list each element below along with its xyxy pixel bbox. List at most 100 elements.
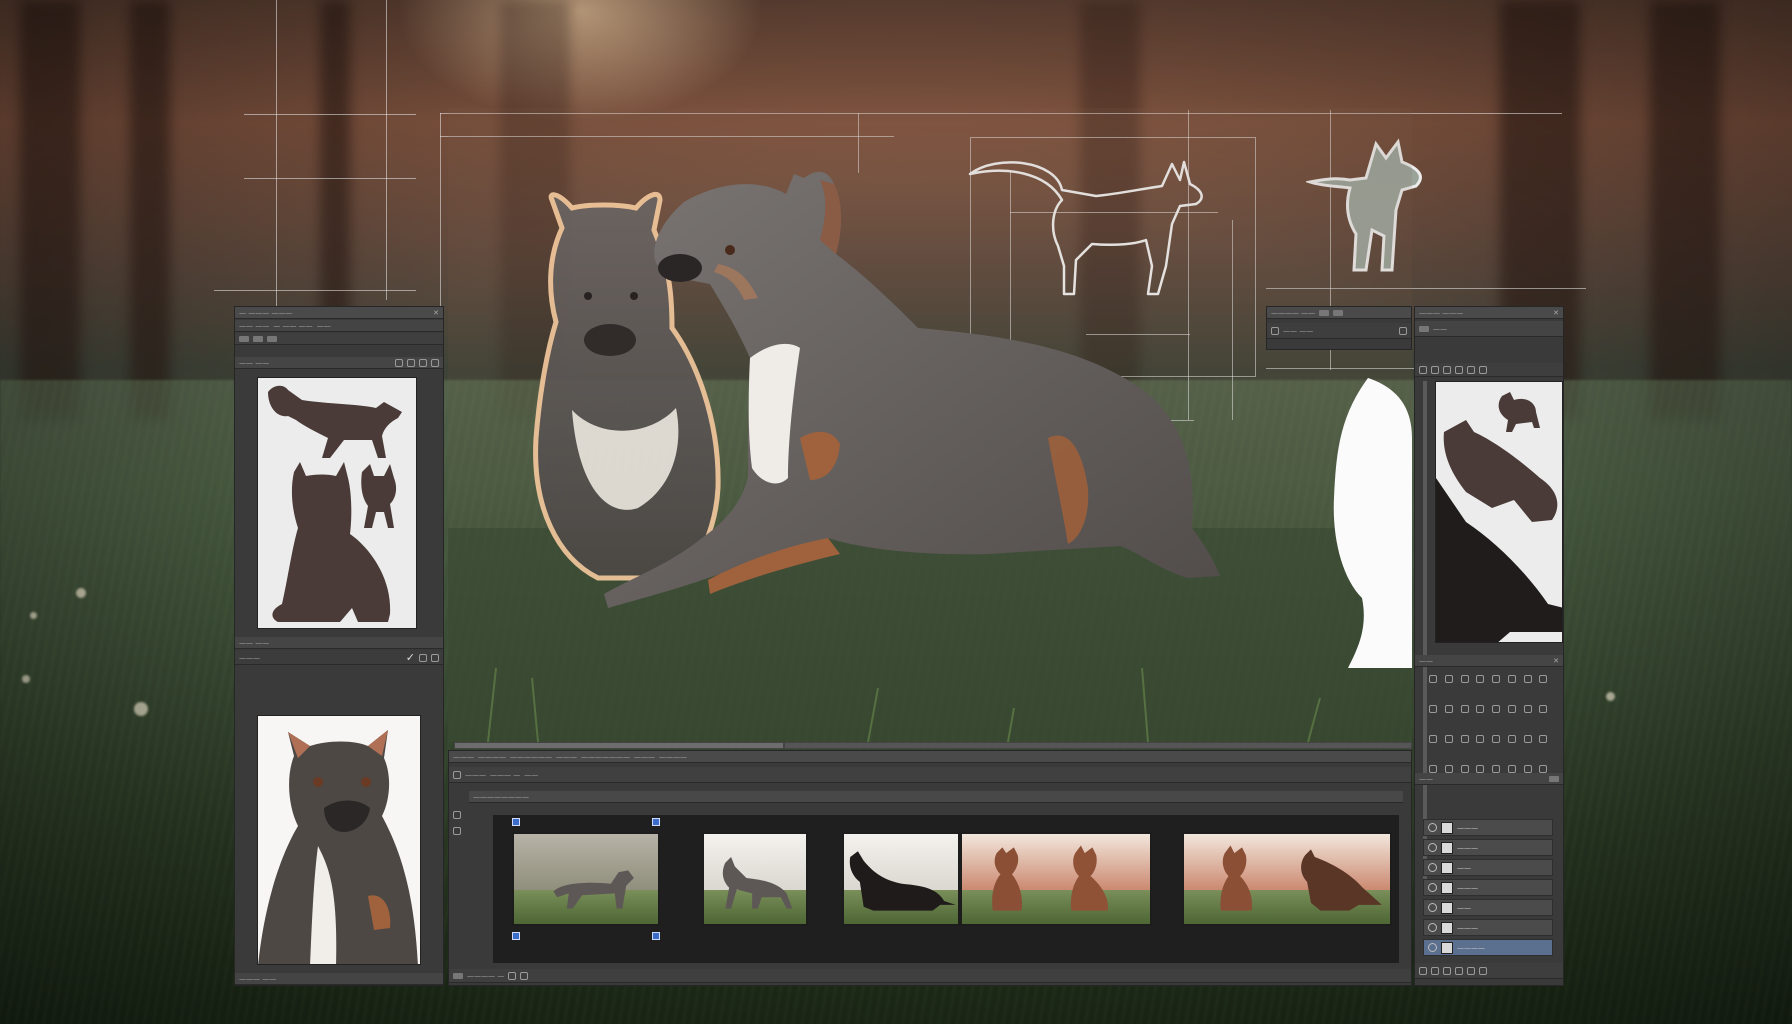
trash-icon[interactable] xyxy=(1492,705,1500,713)
selection-handle[interactable] xyxy=(652,932,660,940)
eye-icon[interactable] xyxy=(1444,705,1453,713)
pencil-icon[interactable] xyxy=(1444,675,1453,683)
film-thumbnail[interactable] xyxy=(960,832,1152,926)
pencil-icon[interactable] xyxy=(1429,705,1437,713)
folder-icon[interactable] xyxy=(1507,705,1516,713)
right-panel-scrollbar[interactable] xyxy=(1423,381,1427,881)
gear-icon[interactable] xyxy=(1460,735,1469,743)
timeline-subtab[interactable]: ——— — xyxy=(490,771,520,779)
gear-icon[interactable] xyxy=(1492,675,1500,683)
gear-icon[interactable] xyxy=(1443,966,1451,975)
film-thumbnail[interactable] xyxy=(702,832,808,926)
trash-icon[interactable] xyxy=(1479,365,1487,374)
eye-icon[interactable] xyxy=(1539,735,1548,743)
timeline-menu-item[interactable]: ——— xyxy=(634,753,655,761)
timeline-menu-item[interactable]: —————— xyxy=(510,753,552,761)
silhouette-swatch[interactable] xyxy=(257,377,417,629)
trash-icon[interactable] xyxy=(431,653,439,662)
trash-icon[interactable] xyxy=(1479,966,1487,975)
eye-icon[interactable] xyxy=(1467,966,1475,975)
right-tab-label[interactable]: —— xyxy=(1419,657,1433,665)
lock-icon[interactable] xyxy=(1429,765,1437,773)
pencil-icon[interactable] xyxy=(453,827,461,835)
close-icon[interactable]: ✕ xyxy=(1553,657,1559,665)
brush-icon[interactable] xyxy=(1419,365,1427,374)
folder-icon[interactable] xyxy=(1492,735,1500,743)
folder-icon[interactable] xyxy=(1419,966,1427,975)
pencil-icon[interactable] xyxy=(1539,705,1548,713)
canvas-horizontal-scrollbar[interactable] xyxy=(454,742,784,749)
lock-icon[interactable] xyxy=(1455,365,1463,374)
eye-icon[interactable] xyxy=(1428,923,1437,932)
lock-icon[interactable] xyxy=(520,971,529,980)
eye-icon[interactable] xyxy=(1523,765,1532,773)
layer-row[interactable]: ——— xyxy=(1423,879,1553,896)
checkmark-icon[interactable]: ✓ xyxy=(406,651,415,664)
timeline-menu-item[interactable]: ———— xyxy=(478,753,506,761)
option-chip[interactable] xyxy=(1319,309,1330,316)
trash-icon[interactable] xyxy=(1460,765,1469,773)
left-tab-3[interactable]: —— xyxy=(317,322,331,330)
eye-icon[interactable] xyxy=(1429,735,1437,743)
lock-icon[interactable] xyxy=(1460,705,1469,713)
eye-icon[interactable] xyxy=(1428,823,1437,832)
layer-row-selected[interactable]: ———— xyxy=(1423,939,1553,956)
eye-icon[interactable] xyxy=(1443,365,1451,374)
brush-icon[interactable] xyxy=(1523,705,1532,713)
film-thumbnail[interactable] xyxy=(842,832,960,926)
timeline-subtab[interactable]: —— xyxy=(524,771,538,779)
footer-chip[interactable] xyxy=(453,972,463,979)
layer-row[interactable]: —— xyxy=(1423,859,1553,876)
brush-icon[interactable] xyxy=(1539,675,1548,683)
pencil-icon[interactable] xyxy=(395,358,403,367)
brush-icon[interactable] xyxy=(1431,966,1439,975)
eye-icon[interactable] xyxy=(1428,943,1437,952)
main-canvas[interactable] xyxy=(448,108,1412,742)
folder-icon[interactable] xyxy=(1476,765,1485,773)
right-silhouette-swatch[interactable] xyxy=(1435,381,1563,643)
selection-handle[interactable] xyxy=(652,818,660,826)
pencil-icon[interactable] xyxy=(1507,765,1516,773)
timeline-menu-item[interactable]: ——— xyxy=(556,753,577,761)
brush-icon[interactable] xyxy=(1507,735,1516,743)
selection-handle[interactable] xyxy=(512,818,520,826)
lock-icon[interactable] xyxy=(419,358,427,367)
left-tab-1[interactable]: —— —— xyxy=(239,322,269,330)
portrait-swatch[interactable] xyxy=(257,715,421,965)
lock-icon[interactable] xyxy=(1455,966,1463,975)
gear-icon[interactable] xyxy=(431,358,439,367)
selection-handle[interactable] xyxy=(512,932,520,940)
pencil-icon[interactable] xyxy=(419,653,427,662)
brush-icon[interactable] xyxy=(407,358,415,367)
left-tab-2[interactable]: — —— —— xyxy=(273,322,312,330)
layer-row[interactable]: ——— xyxy=(1423,839,1553,856)
brush-icon[interactable] xyxy=(453,811,461,819)
subtab-chip[interactable] xyxy=(253,335,263,342)
subtab-chip[interactable] xyxy=(267,335,277,342)
scrollbar-track[interactable] xyxy=(784,742,1412,749)
eye-icon[interactable] xyxy=(1428,903,1437,912)
timeline-menu-item[interactable]: ———— xyxy=(659,753,687,761)
eye-icon[interactable] xyxy=(1428,863,1437,872)
layer-row[interactable]: ——— xyxy=(1423,919,1553,936)
folder-icon[interactable] xyxy=(1399,326,1407,335)
gear-icon[interactable] xyxy=(1467,365,1475,374)
section-chip[interactable] xyxy=(1419,325,1429,332)
lock-icon[interactable] xyxy=(1444,735,1453,743)
lock-icon[interactable] xyxy=(1539,765,1548,773)
eye-icon[interactable] xyxy=(1460,675,1469,683)
folder-icon[interactable] xyxy=(1523,675,1532,683)
pencil-icon[interactable] xyxy=(1523,735,1532,743)
lock-icon[interactable] xyxy=(1476,675,1485,683)
brush-icon[interactable] xyxy=(1429,675,1437,683)
brush-icon[interactable] xyxy=(1492,765,1500,773)
gear-icon[interactable] xyxy=(1444,765,1453,773)
close-icon[interactable]: ✕ xyxy=(433,309,439,317)
trash-icon[interactable] xyxy=(1507,675,1516,683)
gear-icon[interactable] xyxy=(453,770,461,779)
option-chip[interactable] xyxy=(1333,309,1344,316)
pencil-icon[interactable] xyxy=(1431,365,1439,374)
layer-row[interactable]: ——— xyxy=(1423,819,1553,836)
gear-icon[interactable] xyxy=(1271,326,1279,335)
eye-icon[interactable] xyxy=(1428,843,1437,852)
